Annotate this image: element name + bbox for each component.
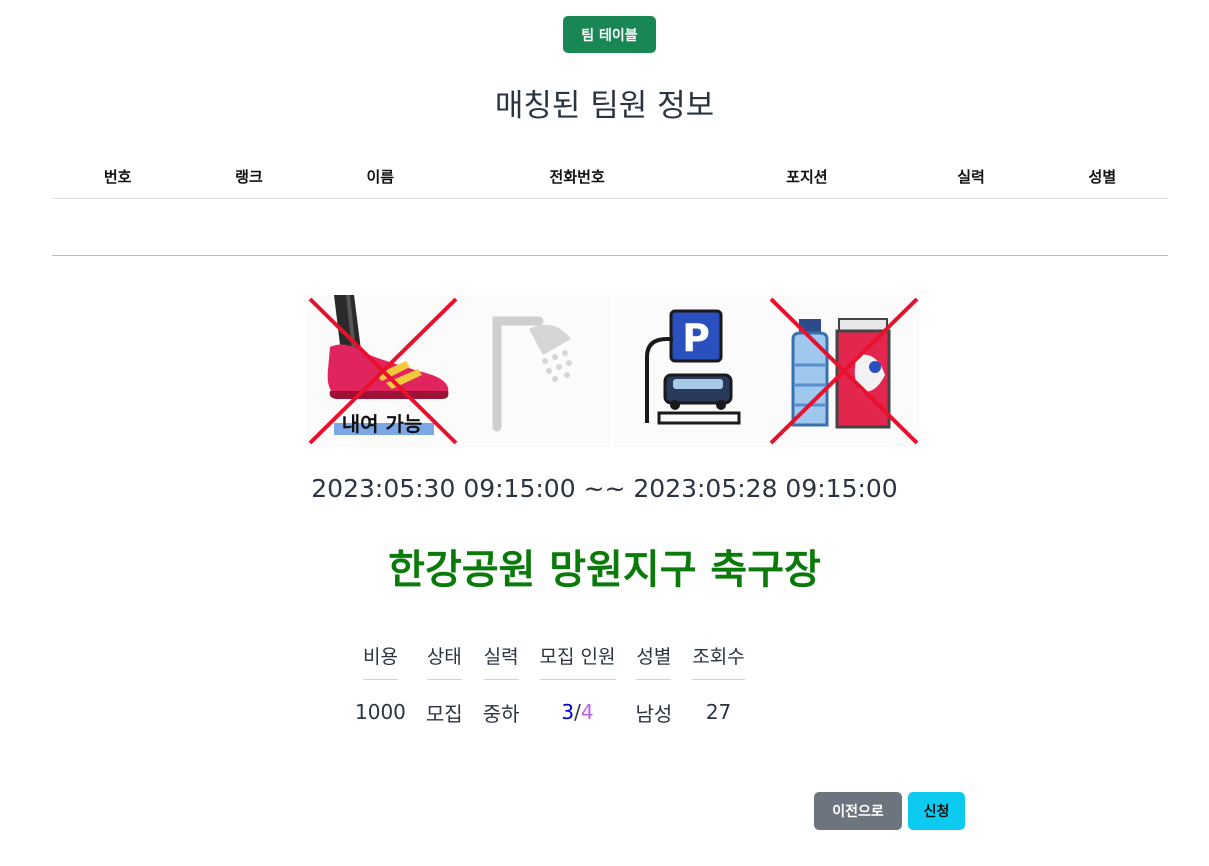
info-header-recruit: 모집 인원 — [530, 641, 626, 680]
col-gender: 성별 — [1036, 155, 1168, 199]
page-title: 매칭된 팀원 정보 — [494, 88, 715, 124]
recruit-total: 4 — [580, 700, 594, 724]
members-table-header-row: 번호 랭크 이름 전화번호 포지션 실력 성별 — [52, 155, 1168, 199]
shoe-rental-label: 내여 가능 — [342, 412, 423, 436]
info-level: 중하 — [482, 701, 520, 726]
status-badge: 모집 — [425, 701, 463, 726]
col-rank: 랭크 — [183, 155, 315, 199]
apply-button[interactable]: 신청 — [908, 792, 965, 830]
parking-icon: P — [615, 295, 767, 447]
table-row-empty — [52, 198, 1168, 256]
recruit-current: 3 — [561, 700, 575, 724]
back-button[interactable]: 이전으로 — [814, 792, 902, 830]
info-header-gender: 성별 — [626, 641, 683, 680]
info-views: 27 — [705, 700, 732, 724]
col-position: 포지션 — [708, 155, 906, 199]
info-header-level: 실력 — [473, 641, 530, 680]
svg-text:P: P — [682, 316, 710, 360]
col-name: 이름 — [314, 155, 446, 199]
col-level: 실력 — [905, 155, 1037, 199]
members-table: 번호 랭크 이름 전화번호 포지션 실력 성별 — [52, 155, 1168, 256]
match-date-range: 2023:05:30 09:15:00 ~~ 2023:05:28 09:15:… — [311, 474, 898, 503]
col-number: 번호 — [52, 155, 184, 199]
info-cost: 1000 — [355, 700, 406, 724]
shower-icon — [459, 295, 611, 447]
recruit-separator: / — [574, 700, 581, 724]
match-info-table: 비용 상태 실력 모집 인원 성별 조회수 1000 모집 중하 3/4 남성 … — [345, 641, 755, 744]
info-recruit: 3/4 — [530, 680, 626, 744]
info-header-views: 조회수 — [682, 641, 754, 680]
info-header-cost: 비용 — [345, 641, 416, 680]
place-name: 한강공원 망원지구 축구장 — [388, 547, 821, 593]
team-table-button[interactable]: 팀 테이블 — [563, 16, 656, 53]
col-phone: 전화번호 — [445, 155, 709, 199]
info-header-status: 상태 — [416, 641, 473, 680]
drinks-icon — [767, 295, 919, 447]
info-gender: 남성 — [635, 701, 673, 726]
shoe-rental-icon: 내여 가능 — [306, 295, 458, 447]
